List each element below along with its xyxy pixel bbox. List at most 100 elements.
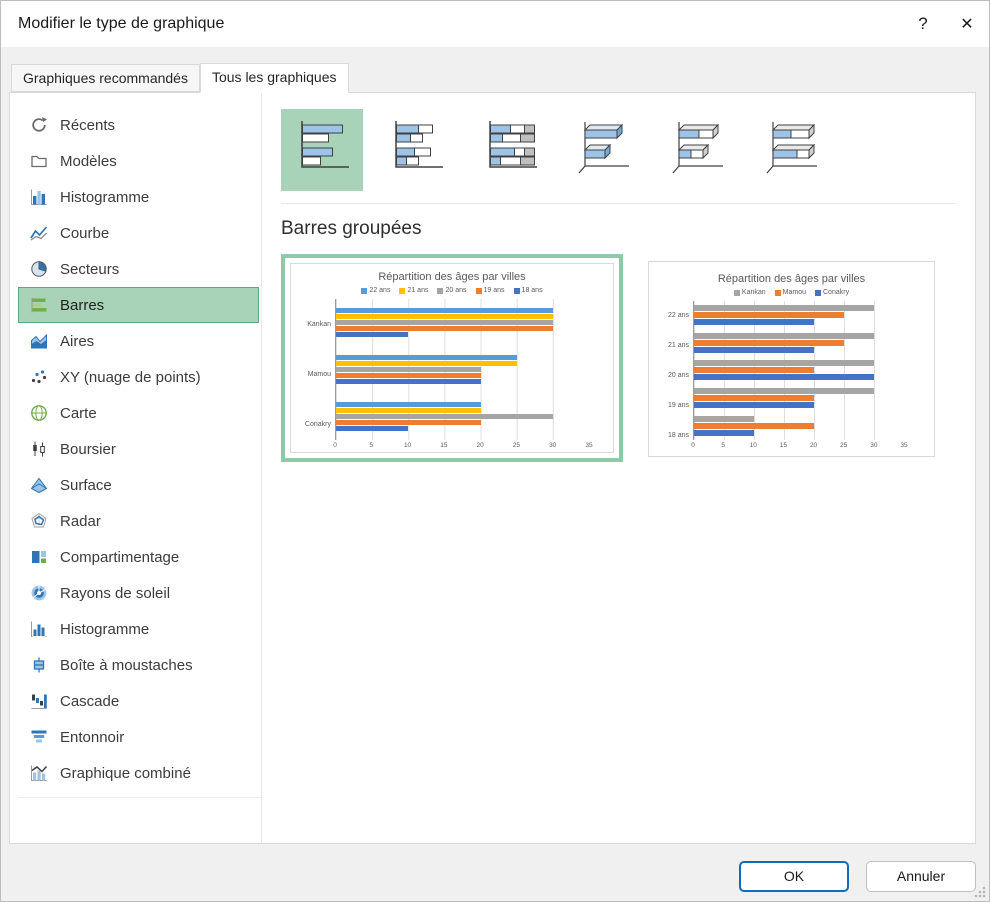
x-tick-label: 20 <box>476 442 484 449</box>
legend-item: Conakry <box>815 289 849 296</box>
subtype-barres-empilees-3d[interactable] <box>657 109 739 191</box>
bar <box>694 430 754 436</box>
subtype-barres-groupees-3d[interactable] <box>563 109 645 191</box>
barres-icon <box>29 295 49 315</box>
bar-group <box>694 412 904 440</box>
category-label: 22 ans <box>661 301 689 331</box>
sidebar-item-radar[interactable]: Radar <box>18 503 259 539</box>
titlebar: Modifier le type de graphique ? ✕ <box>1 1 989 47</box>
bar <box>694 340 844 346</box>
help-button[interactable]: ? <box>901 1 945 47</box>
dialog-title: Modifier le type de graphique <box>18 15 901 33</box>
sidebar-item-cascade[interactable]: Cascade <box>18 683 259 719</box>
sidebar-item-label: Carte <box>60 405 97 422</box>
legend-swatch <box>476 288 482 294</box>
preview-barres-groupees-alt[interactable]: Répartition des âges par villes KankanMa… <box>648 261 935 457</box>
sidebar-item-boursier[interactable]: Boursier <box>18 431 259 467</box>
barres-empilees-3d-icon <box>666 116 730 185</box>
tab-graphiques-recommandes[interactable]: Graphiques recommandés <box>11 64 200 92</box>
x-tick-label: 5 <box>367 442 375 449</box>
histogramme-icon <box>29 187 49 207</box>
close-button[interactable]: ✕ <box>945 1 989 47</box>
bar-group <box>694 357 904 385</box>
chart-preview-card: Répartition des âges par villes KankanMa… <box>655 266 928 452</box>
bar <box>336 414 553 419</box>
histogramme2-icon <box>29 619 49 639</box>
bar-group <box>336 346 589 393</box>
x-tick-label: 15 <box>440 442 448 449</box>
boursier-icon <box>29 439 49 459</box>
bar <box>694 305 874 311</box>
sidebar-item-secteurs[interactable]: Secteurs <box>18 251 259 287</box>
sidebar-item-xy[interactable]: XY (nuage de points) <box>18 359 259 395</box>
sidebar-item-entonnoir[interactable]: Entonnoir <box>18 719 259 755</box>
legend-item: 18 ans <box>514 287 543 294</box>
resize-grip[interactable] <box>974 886 986 898</box>
preview-barres-groupees-selected[interactable]: Répartition des âges par villes 22 ans21… <box>281 254 623 462</box>
x-tick-label: 20 <box>810 442 818 449</box>
bar <box>336 320 553 325</box>
barres-empilees-icon <box>384 116 448 185</box>
legend-item: Mamou <box>775 289 806 296</box>
sidebar-item-courbe[interactable]: Courbe <box>18 215 259 251</box>
sidebar-item-compartimentage[interactable]: Compartimentage <box>18 539 259 575</box>
chart-legend: KankanMamouConakry <box>659 285 924 299</box>
sidebar-item-label: Boîte à moustaches <box>60 657 193 674</box>
bar <box>694 402 814 408</box>
category-label: Kankan <box>297 299 331 349</box>
bar <box>336 361 517 366</box>
sidebar-item-barres[interactable]: Barres <box>18 287 259 323</box>
ok-button[interactable]: OK <box>739 861 849 892</box>
dialog-footer: OK Annuler <box>1 844 989 902</box>
bar <box>694 360 874 366</box>
sidebar-item-boite[interactable]: Boîte à moustaches <box>18 647 259 683</box>
bar <box>336 332 408 337</box>
subtype-barres-groupees[interactable] <box>281 109 363 191</box>
sidebar-item-histogramme[interactable]: Histogramme <box>18 179 259 215</box>
bar-group <box>694 329 904 357</box>
bar <box>694 312 844 318</box>
category-label: 21 ans <box>661 331 689 361</box>
legend-item: 19 ans <box>476 287 505 294</box>
legend-swatch <box>514 288 520 294</box>
bar <box>694 416 754 422</box>
plot-gridlines <box>335 299 589 440</box>
subtype-barres-empilees-100-3d[interactable] <box>751 109 833 191</box>
subtype-barres-empilees-100[interactable] <box>469 109 551 191</box>
bar <box>336 326 553 331</box>
sidebar-item-label: Rayons de soleil <box>60 585 170 602</box>
sidebar-item-carte[interactable]: Carte <box>18 395 259 431</box>
sidebar-item-modeles[interactable]: Modèles <box>18 143 259 179</box>
legend-item: 22 ans <box>361 287 390 294</box>
sidebar-item-surface[interactable]: Surface <box>18 467 259 503</box>
sidebar-item-aires[interactable]: Aires <box>18 323 259 359</box>
chart-title: Répartition des âges par villes <box>295 267 609 283</box>
xy-icon <box>29 367 49 387</box>
sidebar-item-label: Boursier <box>60 441 116 458</box>
legend-swatch <box>734 290 740 296</box>
sidebar-item-label: Cascade <box>60 693 119 710</box>
bar-group <box>694 384 904 412</box>
x-tick-label: 5 <box>719 442 727 449</box>
tab-tous-les-graphiques[interactable]: Tous les graphiques <box>200 63 349 93</box>
chart-type-list: RécentsModèles Histogramme CourbeSecteurs B… <box>18 107 261 798</box>
sidebar-item-label: Barres <box>60 297 104 314</box>
surface-icon <box>29 475 49 495</box>
sidebar-item-label: Entonnoir <box>60 729 124 746</box>
subtype-row <box>281 109 955 204</box>
chart-type-sidebar: RécentsModèles Histogramme CourbeSecteurs B… <box>10 93 262 843</box>
sidebar-item-combine[interactable]: Graphique combiné <box>18 755 259 791</box>
legend-swatch <box>775 290 781 296</box>
subtype-barres-empilees[interactable] <box>375 109 457 191</box>
sidebar-item-label: Graphique combiné <box>60 765 191 782</box>
category-label: 20 ans <box>661 361 689 391</box>
cancel-button[interactable]: Annuler <box>866 861 976 892</box>
sidebar-item-recents[interactable]: Récents <box>18 107 259 143</box>
category-axis-labels: 22 ans21 ans20 ans19 ans18 ans <box>661 301 693 450</box>
bar <box>694 374 874 380</box>
radar-icon <box>29 511 49 531</box>
barres-groupees-icon <box>290 116 354 185</box>
sidebar-item-label: Histogramme <box>60 189 149 206</box>
sidebar-item-rayons[interactable]: Rayons de soleil <box>18 575 259 611</box>
sidebar-item-histogramme2[interactable]: Histogramme <box>18 611 259 647</box>
